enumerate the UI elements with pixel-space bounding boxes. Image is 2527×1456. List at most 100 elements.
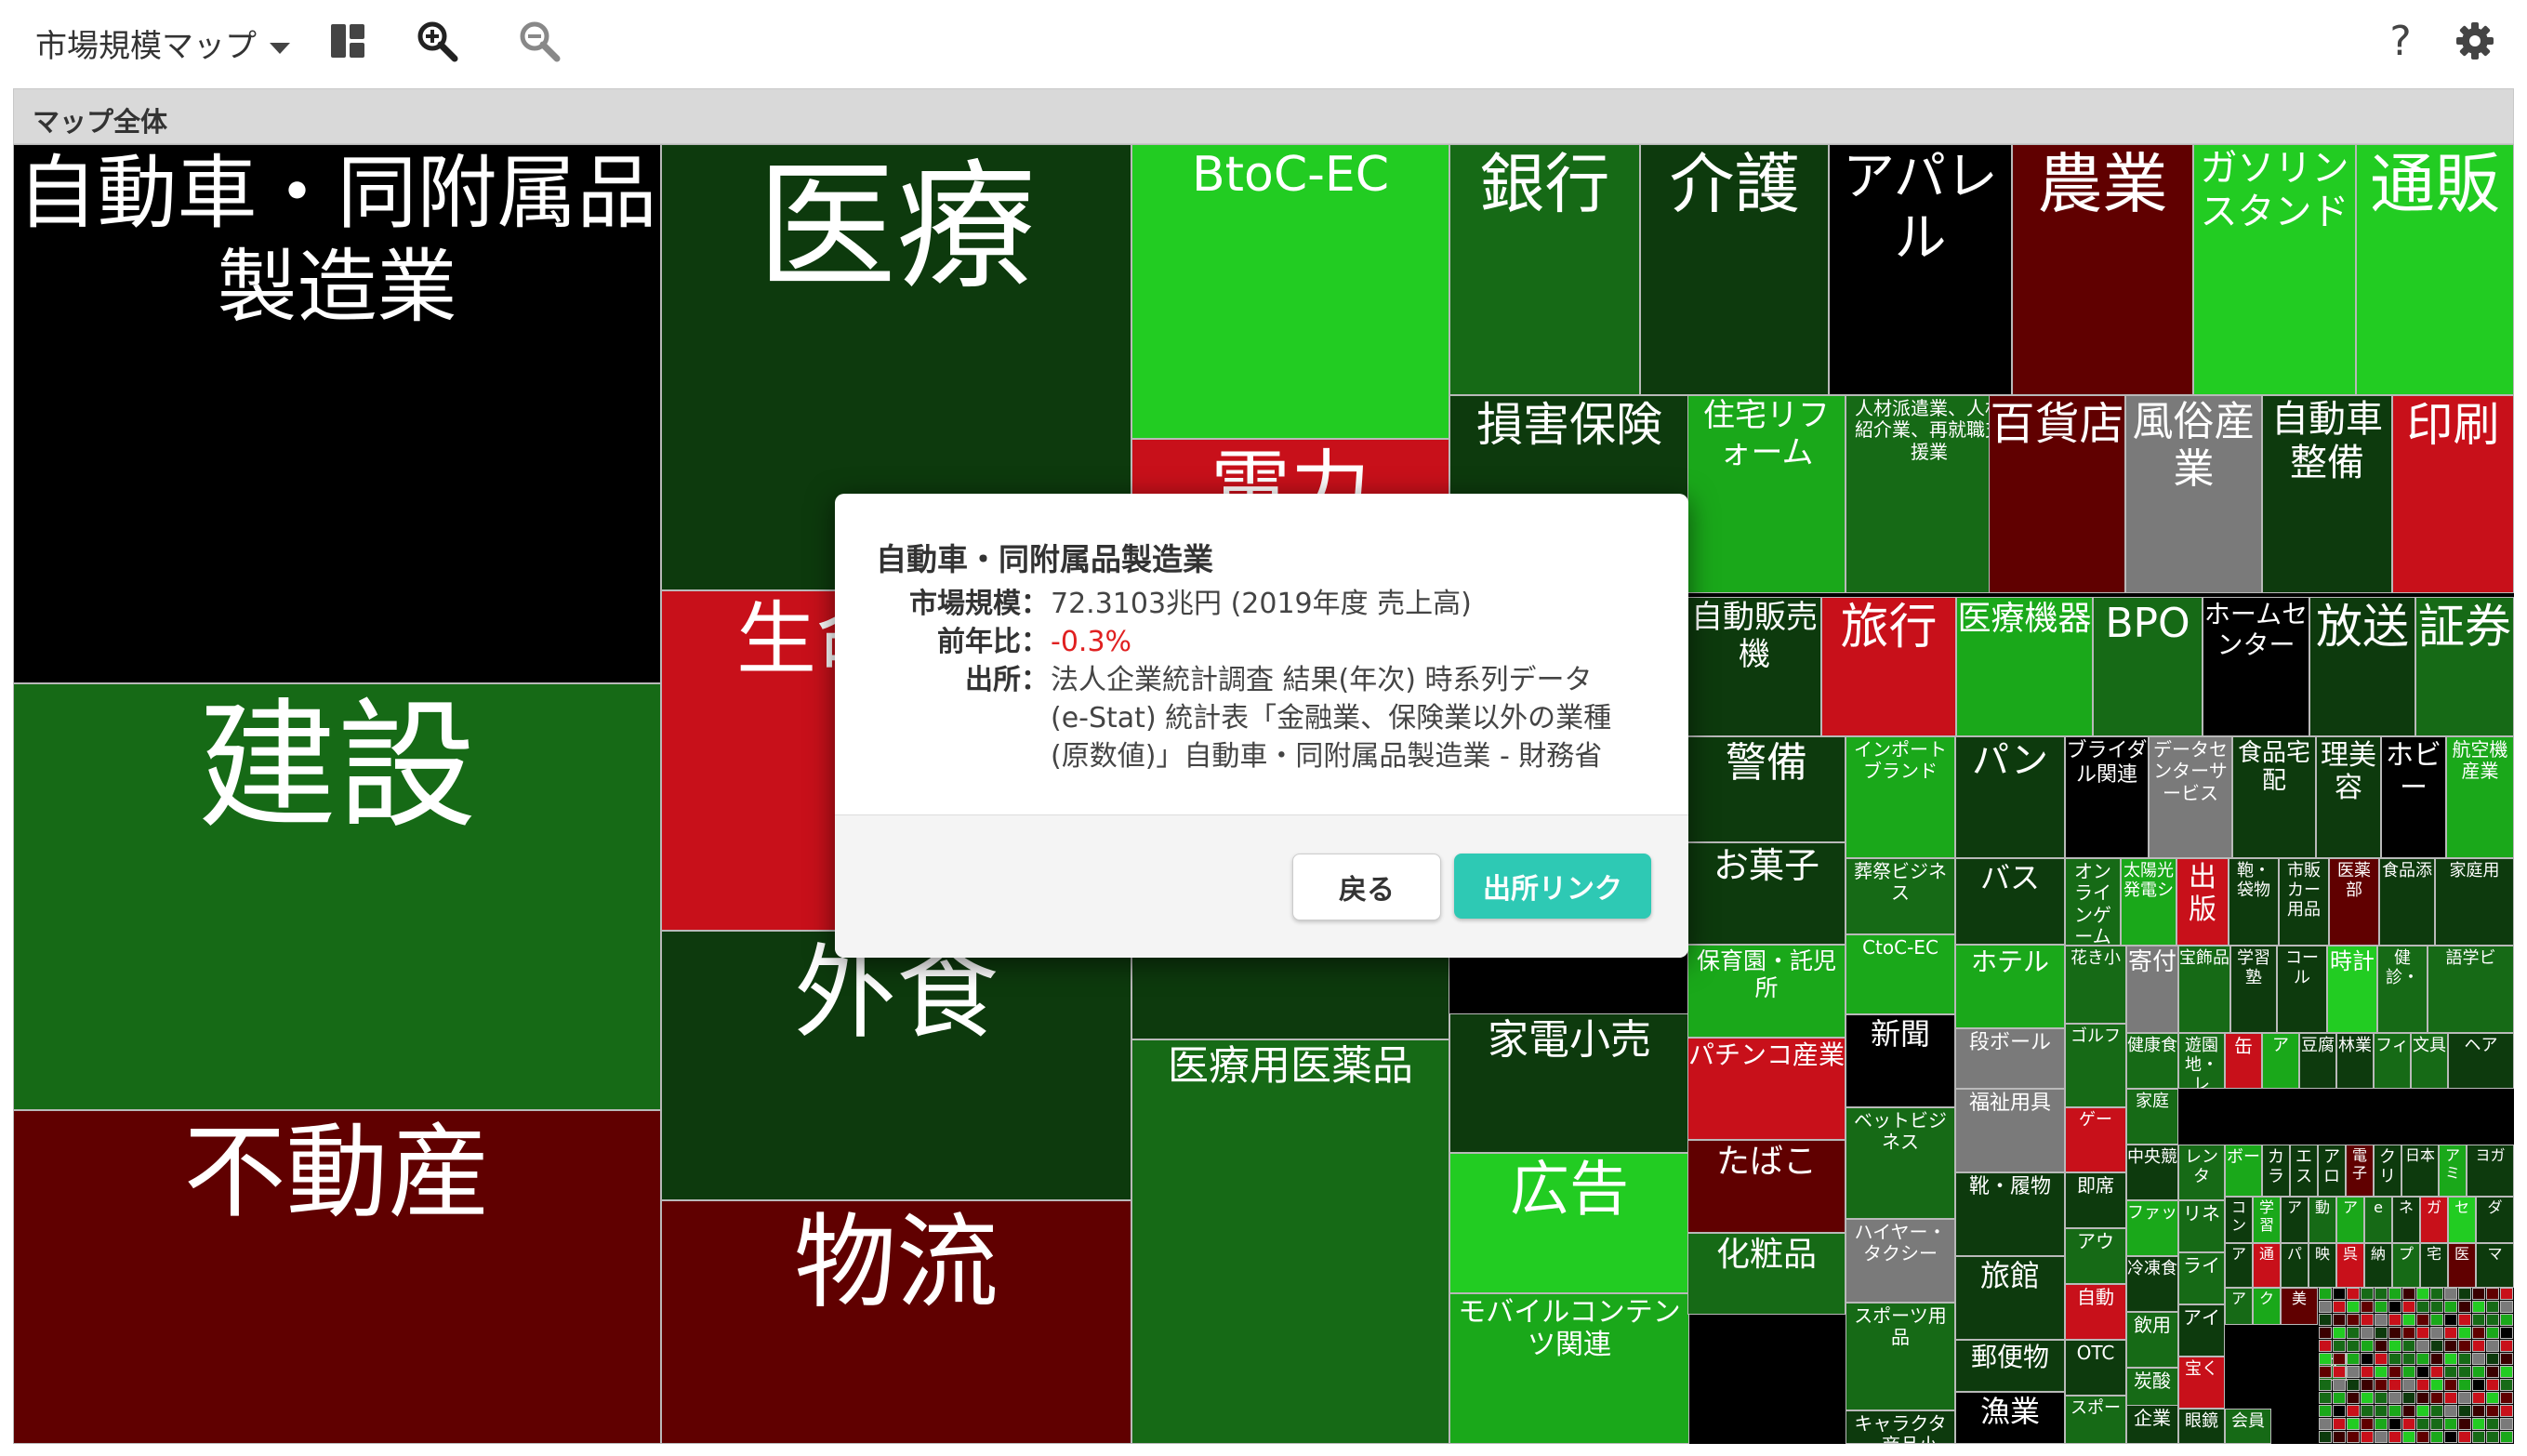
mini-tile[interactable] (2347, 1340, 2360, 1352)
mini-tile[interactable] (2388, 1327, 2401, 1339)
market-tile[interactable]: ホテル (1955, 945, 2065, 1028)
mini-tile[interactable] (2444, 1431, 2457, 1443)
mini-tile[interactable] (2375, 1366, 2388, 1378)
market-tile[interactable]: 漁業 (1955, 1392, 2065, 1444)
mini-tile[interactable] (2486, 1405, 2499, 1417)
market-tile[interactable]: コール (2277, 946, 2327, 1033)
mini-tile[interactable] (2416, 1314, 2429, 1326)
market-tile[interactable]: 段ボール (1955, 1028, 2065, 1089)
zoom-in-button[interactable] (413, 17, 461, 65)
mini-tile[interactable] (2486, 1288, 2499, 1300)
market-tile[interactable]: 文具 (2411, 1033, 2448, 1089)
market-tile[interactable]: 印刷 (2392, 395, 2514, 593)
mini-tile[interactable] (2472, 1353, 2485, 1365)
mini-tile[interactable] (2430, 1301, 2443, 1313)
market-tile[interactable]: 建設 (13, 683, 661, 1110)
market-tile[interactable]: リネ (2178, 1200, 2225, 1252)
mini-tile[interactable] (2458, 1301, 2471, 1313)
mini-tile[interactable] (2430, 1288, 2443, 1300)
mini-tile[interactable] (2375, 1418, 2388, 1430)
mini-tile[interactable] (2500, 1314, 2513, 1326)
market-tile[interactable]: 医 (2448, 1243, 2476, 1288)
mini-tile[interactable] (2402, 1392, 2415, 1404)
market-tile[interactable]: ア (2281, 1197, 2309, 1243)
market-tile[interactable]: 出版 (2176, 858, 2229, 946)
market-tile[interactable]: ア (2225, 1288, 2253, 1325)
mini-tile[interactable] (2430, 1366, 2443, 1378)
mini-tile[interactable] (2347, 1314, 2360, 1326)
market-tile[interactable]: 映 (2309, 1243, 2336, 1288)
mini-tile[interactable] (2333, 1392, 2346, 1404)
mini-tile[interactable] (2486, 1379, 2499, 1391)
market-tile[interactable]: ファッ (2126, 1200, 2178, 1256)
mini-tile[interactable] (2375, 1327, 2388, 1339)
market-tile[interactable]: 化粧品 (1687, 1233, 1846, 1315)
mini-tile[interactable] (2458, 1405, 2471, 1417)
market-tile[interactable]: お菓子 (1687, 842, 1846, 945)
mini-tile[interactable] (2430, 1379, 2443, 1391)
market-tile[interactable]: 宝く (2178, 1357, 2225, 1409)
market-tile[interactable]: 自動車整備 (2262, 395, 2392, 593)
mini-tile[interactable] (2472, 1327, 2485, 1339)
mini-tile[interactable] (2486, 1327, 2499, 1339)
help-button[interactable]: ? (2376, 17, 2425, 65)
market-tile[interactable]: 市販カー用品 (2279, 858, 2329, 946)
mini-tile[interactable] (2500, 1288, 2513, 1300)
mini-tile[interactable] (2472, 1431, 2485, 1443)
mini-tile[interactable] (2486, 1353, 2499, 1365)
mini-tile[interactable] (2388, 1353, 2401, 1365)
market-tile[interactable]: 不動産 (13, 1110, 661, 1444)
mini-tile[interactable] (2444, 1314, 2457, 1326)
mini-tile[interactable] (2430, 1314, 2443, 1326)
market-tile[interactable]: 医療機器 (1956, 597, 2093, 736)
mini-tile[interactable] (2458, 1340, 2471, 1352)
mini-tile[interactable] (2319, 1418, 2332, 1430)
mini-tile[interactable] (2388, 1405, 2401, 1417)
mini-tile[interactable] (2361, 1314, 2374, 1326)
market-tile[interactable]: ゴルフ (2065, 1024, 2126, 1107)
mini-tile[interactable] (2347, 1431, 2360, 1443)
mini-tile[interactable] (2388, 1366, 2401, 1378)
market-tile[interactable]: アミ (2439, 1145, 2467, 1197)
market-tile[interactable]: 豆腐 (2299, 1033, 2336, 1089)
market-tile[interactable]: 郵便物 (1955, 1340, 2065, 1392)
mini-tile[interactable] (2472, 1340, 2485, 1352)
mini-tile[interactable] (2500, 1392, 2513, 1404)
mini-tile[interactable] (2319, 1301, 2332, 1313)
mini-tile[interactable] (2375, 1379, 2388, 1391)
map-selector[interactable]: 市場規模マップ (35, 20, 290, 66)
market-tile[interactable]: ガ (2420, 1197, 2448, 1243)
mini-tile[interactable] (2444, 1327, 2457, 1339)
mini-tile[interactable] (2416, 1379, 2429, 1391)
market-tile[interactable]: 物流 (661, 1200, 1131, 1444)
mini-tile[interactable] (2333, 1418, 2346, 1430)
mini-tile[interactable] (2375, 1314, 2388, 1326)
mini-tile[interactable] (2486, 1392, 2499, 1404)
mini-tile[interactable] (2458, 1392, 2471, 1404)
mini-tile[interactable] (2500, 1418, 2513, 1430)
mini-tile[interactable] (2333, 1379, 2346, 1391)
market-tile[interactable]: 介護 (1640, 144, 1829, 395)
market-tile[interactable]: 家庭 (2126, 1089, 2178, 1145)
source-link-button[interactable]: 出所リンク (1454, 854, 1651, 919)
market-tile[interactable]: 外食 (661, 931, 1131, 1200)
mini-tile[interactable] (2500, 1353, 2513, 1365)
mini-tile[interactable] (2416, 1405, 2429, 1417)
market-tile[interactable]: 太陽光発電シ (2121, 858, 2176, 946)
market-tile[interactable]: 寄付 (2126, 946, 2178, 1033)
mini-tile[interactable] (2333, 1353, 2346, 1365)
mini-tile[interactable] (2500, 1379, 2513, 1391)
market-tile[interactable]: ア (2336, 1197, 2364, 1243)
market-tile[interactable]: 家電小売 (1449, 1013, 1689, 1153)
market-tile[interactable]: ライ (2178, 1252, 2225, 1304)
market-tile[interactable]: オンラインゲーム (2065, 858, 2121, 946)
mini-tile[interactable] (2416, 1301, 2429, 1313)
mini-tile[interactable] (2388, 1301, 2401, 1313)
market-tile[interactable]: ガソリンスタンド (2193, 144, 2356, 395)
market-tile[interactable]: 花き小 (2065, 946, 2126, 1024)
mini-tile[interactable] (2388, 1392, 2401, 1404)
mini-tile[interactable] (2472, 1366, 2485, 1378)
market-tile[interactable]: 学習塾 (2230, 946, 2277, 1033)
mini-tile[interactable] (2458, 1327, 2471, 1339)
mini-tile[interactable] (2375, 1353, 2388, 1365)
